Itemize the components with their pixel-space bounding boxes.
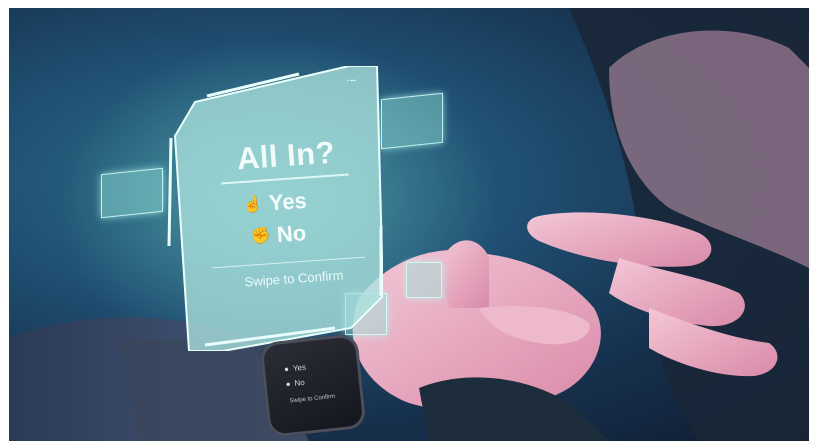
dot-icon: ● xyxy=(283,364,290,374)
floating-panel xyxy=(101,167,163,219)
video-frame: ▪ ▪▪▪ All In? ☝ Yes ✊ No Swipe to Confir… xyxy=(9,8,809,441)
option-no-label: No xyxy=(276,220,308,248)
option-no[interactable]: ✊ No xyxy=(250,220,308,250)
smartwatch: ● Yes ● No Swipe to Confirm xyxy=(259,333,367,438)
floating-panel xyxy=(381,92,443,150)
hologram-panel: ▪ ▪▪▪ All In? ☝ Yes ✊ No Swipe to Confir… xyxy=(165,66,383,351)
watch-option-yes: ● Yes xyxy=(284,363,307,374)
scene-illustration xyxy=(9,8,809,441)
dot-icon: ● xyxy=(285,379,292,389)
option-yes-label: Yes xyxy=(268,187,308,216)
right-sleeve xyxy=(419,377,609,441)
status-indicator: ▪ ▪▪▪ xyxy=(347,78,356,84)
watch-yes-label: Yes xyxy=(292,362,307,373)
hand-point-icon: ☝ xyxy=(242,195,264,215)
option-yes[interactable]: ☝ Yes xyxy=(242,188,308,218)
watch-option-no: ● No xyxy=(285,378,305,389)
floating-panel xyxy=(406,262,442,298)
watch-no-label: No xyxy=(294,377,306,388)
hand-fist-icon: ✊ xyxy=(250,227,272,246)
watch-instruction: Swipe to Confirm xyxy=(289,393,336,405)
